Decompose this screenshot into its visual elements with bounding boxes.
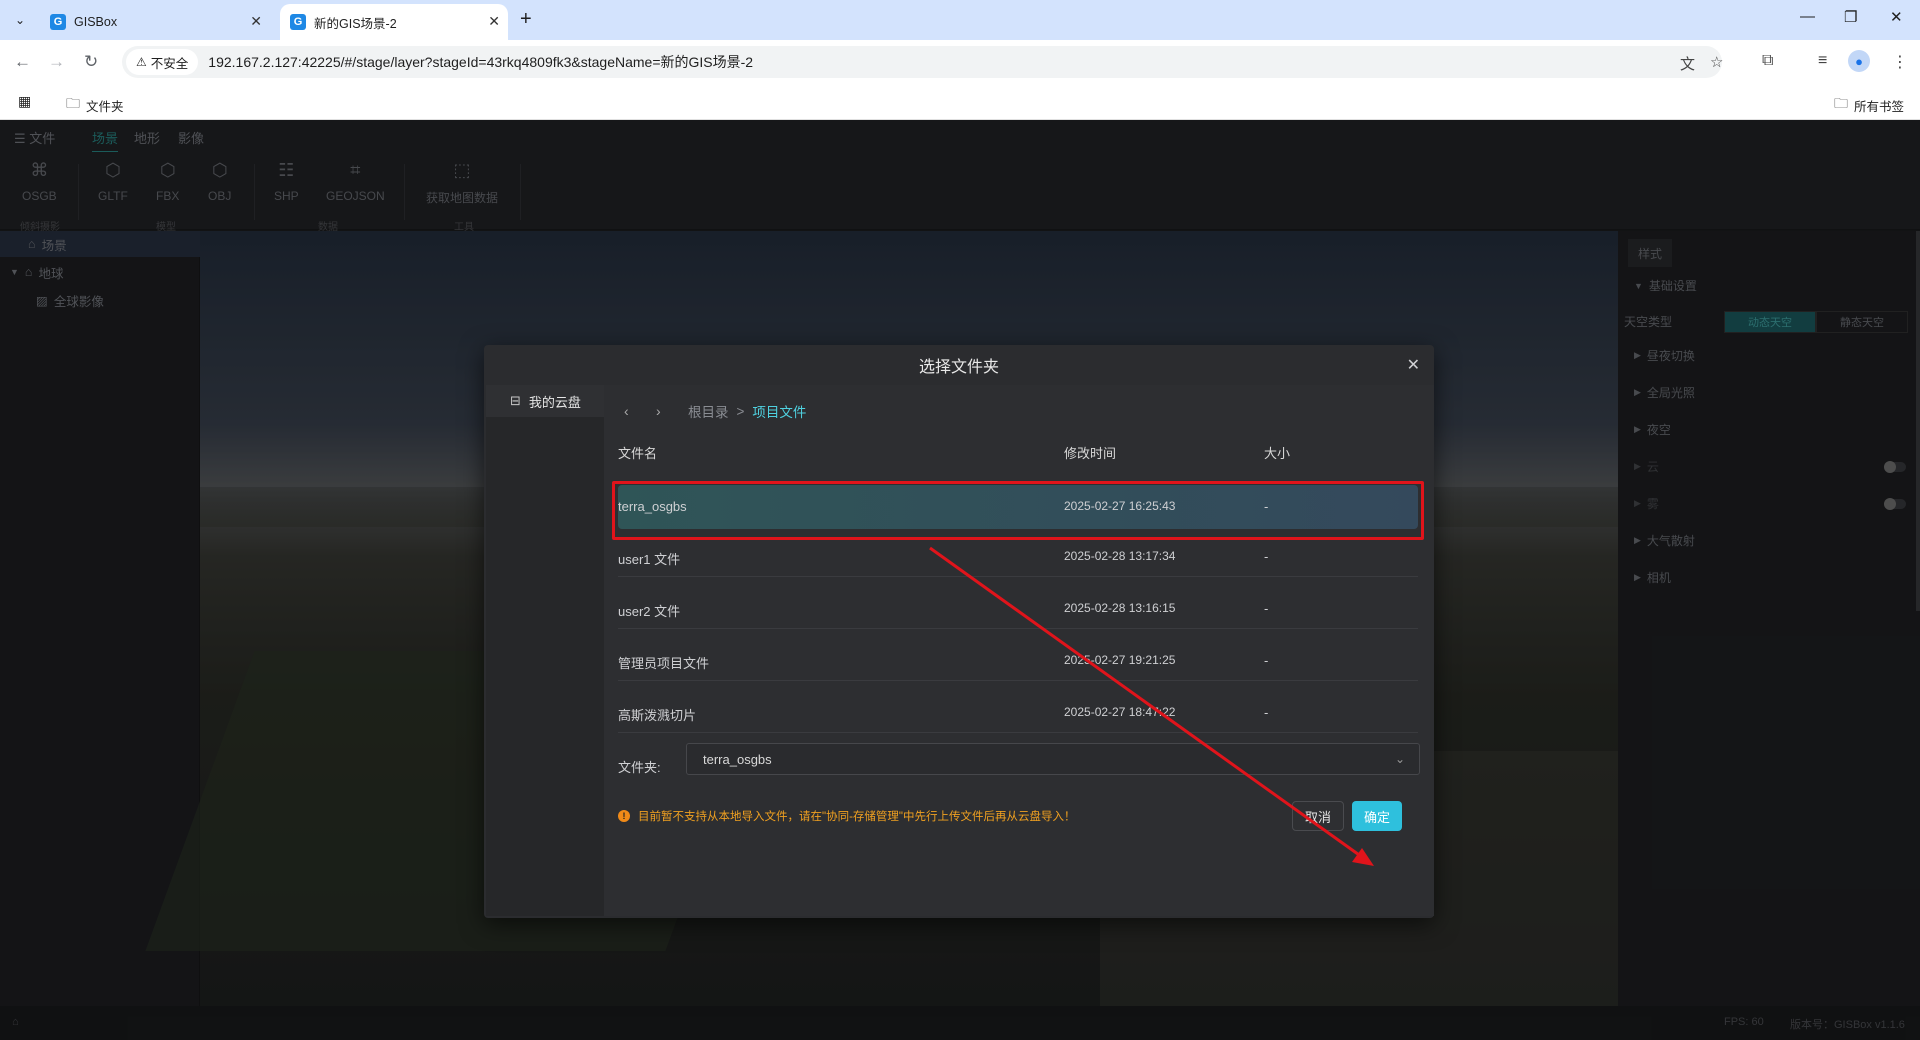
dialog-title: 选择文件夹: [918, 359, 999, 376]
warning-icon: !: [618, 810, 630, 822]
restore-icon[interactable]: ❐: [1844, 8, 1857, 26]
close-icon[interactable]: ✕: [1407, 355, 1420, 375]
select-folder-dialog: 选择文件夹 ✕ ⊟ 我的云盘 ‹ › 根目录 > 项目文件 文件名 修改时间 大…: [484, 345, 1434, 918]
folder-select[interactable]: terra_osgbs ⌄: [686, 743, 1420, 775]
cloud-drive-icon: ⊟: [510, 393, 521, 408]
annotation-highlight-box: [612, 481, 1424, 540]
tab-search-icon[interactable]: ⌄: [8, 8, 32, 32]
media-controls-icon[interactable]: ≡: [1818, 52, 1827, 70]
tab-title: 新的GIS场景-2: [314, 16, 397, 31]
browser-tab-scene[interactable]: G 新的GIS场景-2 ✕: [280, 4, 508, 40]
warning-triangle-icon: ⚠: [136, 55, 147, 69]
folder-select-value: terra_osgbs: [703, 751, 772, 767]
folder-icon: 🗀: [66, 95, 80, 111]
browser-tab-gisbox[interactable]: G GISBox ✕: [40, 4, 270, 40]
file-name: user2 文件: [618, 604, 681, 619]
file-name: 高斯泼溅切片: [618, 708, 697, 723]
url-text[interactable]: 192.167.2.127:42225/#/stage/layer?stageI…: [208, 52, 753, 72]
folder-label: 文件夹:: [618, 760, 661, 775]
security-indicator[interactable]: ⚠ 不安全: [126, 49, 199, 75]
browser-tab-bar: ⌄ G GISBox ✕ G 新的GIS场景-2 ✕ + — ❐ ✕: [0, 0, 1920, 40]
file-size: -: [1264, 601, 1269, 616]
bookmark-folder[interactable]: 🗀 文件夹: [66, 93, 124, 117]
file-modified: 2025-02-27 19:21:25: [1064, 653, 1176, 667]
cancel-button[interactable]: 取消: [1292, 801, 1344, 831]
profile-avatar-icon[interactable]: ●: [1848, 50, 1870, 72]
gisbox-favicon-icon: G: [290, 14, 306, 30]
apps-grid-icon[interactable]: ▦: [18, 93, 37, 110]
browser-menu-icon[interactable]: ⋮: [1892, 52, 1908, 72]
file-name: 管理员项目文件: [618, 656, 710, 671]
table-row[interactable]: user2 文件 2025-02-28 13:16:15 -: [618, 587, 1418, 629]
table-row[interactable]: user1 文件 2025-02-28 13:17:34 -: [618, 535, 1418, 577]
close-tab-icon[interactable]: ✕: [488, 13, 500, 30]
file-size: -: [1264, 705, 1269, 720]
minimize-icon[interactable]: —: [1800, 8, 1815, 25]
import-notice: ! 目前暂不支持从本地导入文件，请在"协同-存储管理"中先行上传文件后再从云盘导…: [618, 808, 1076, 824]
all-bookmarks[interactable]: 🗀 所有书签: [1834, 93, 1904, 117]
window-close-icon[interactable]: ✕: [1890, 8, 1903, 26]
chevron-down-icon: ⌄: [1394, 752, 1405, 766]
breadcrumb-current[interactable]: 项目文件: [752, 401, 806, 421]
sidebar-item-my-cloud[interactable]: ⊟ 我的云盘: [486, 385, 604, 417]
reload-icon[interactable]: ↻: [84, 52, 98, 72]
column-modified[interactable]: 修改时间: [1064, 443, 1116, 462]
dialog-sidebar: ⊟ 我的云盘: [486, 385, 604, 916]
bookmarks-bar: ▦ 🗀 文件夹 🗀 所有书签: [0, 84, 1920, 120]
table-header: 文件名 修改时间 大小: [618, 433, 1418, 469]
translate-icon[interactable]: 文: [1680, 53, 1695, 74]
bookmark-star-icon[interactable]: ☆: [1710, 53, 1723, 71]
file-modified: 2025-02-28 13:17:34: [1064, 549, 1176, 563]
file-size: -: [1264, 549, 1269, 564]
file-modified: 2025-02-28 13:16:15: [1064, 601, 1176, 615]
forward-icon[interactable]: →: [48, 52, 65, 72]
breadcrumb-root[interactable]: 根目录: [688, 401, 729, 421]
file-modified: 2025-02-27 18:47:22: [1064, 705, 1176, 719]
file-name: user1 文件: [618, 552, 681, 567]
back-icon[interactable]: ←: [14, 52, 31, 72]
table-row[interactable]: 高斯泼溅切片 2025-02-27 18:47:22 -: [618, 691, 1418, 733]
column-size[interactable]: 大小: [1264, 443, 1290, 462]
gisbox-favicon-icon: G: [50, 14, 66, 30]
breadcrumb-separator: >: [736, 403, 745, 419]
folder-icon: 🗀: [1834, 95, 1848, 111]
confirm-button[interactable]: 确定: [1352, 801, 1402, 831]
column-name[interactable]: 文件名: [618, 443, 657, 462]
address-bar[interactable]: ⚠ 不安全 192.167.2.127:42225/#/stage/layer?…: [122, 46, 1723, 78]
file-size: -: [1264, 653, 1269, 668]
browser-toolbar: ← → ↻ ⚠ 不安全 192.167.2.127:42225/#/stage/…: [0, 40, 1920, 84]
chevron-right-icon[interactable]: ›: [656, 403, 688, 419]
close-tab-icon[interactable]: ✕: [250, 13, 262, 30]
dialog-content: ‹ › 根目录 > 项目文件 文件名 修改时间 大小 terra_osgbs 2…: [604, 385, 1434, 916]
extensions-icon[interactable]: ⧉: [1762, 52, 1773, 70]
new-tab-icon[interactable]: +: [520, 8, 532, 31]
chevron-left-icon[interactable]: ‹: [624, 403, 656, 419]
breadcrumb: ‹ › 根目录 > 项目文件: [624, 401, 806, 421]
tab-title: GISBox: [74, 15, 118, 29]
table-row[interactable]: 管理员项目文件 2025-02-27 19:21:25 -: [618, 639, 1418, 681]
